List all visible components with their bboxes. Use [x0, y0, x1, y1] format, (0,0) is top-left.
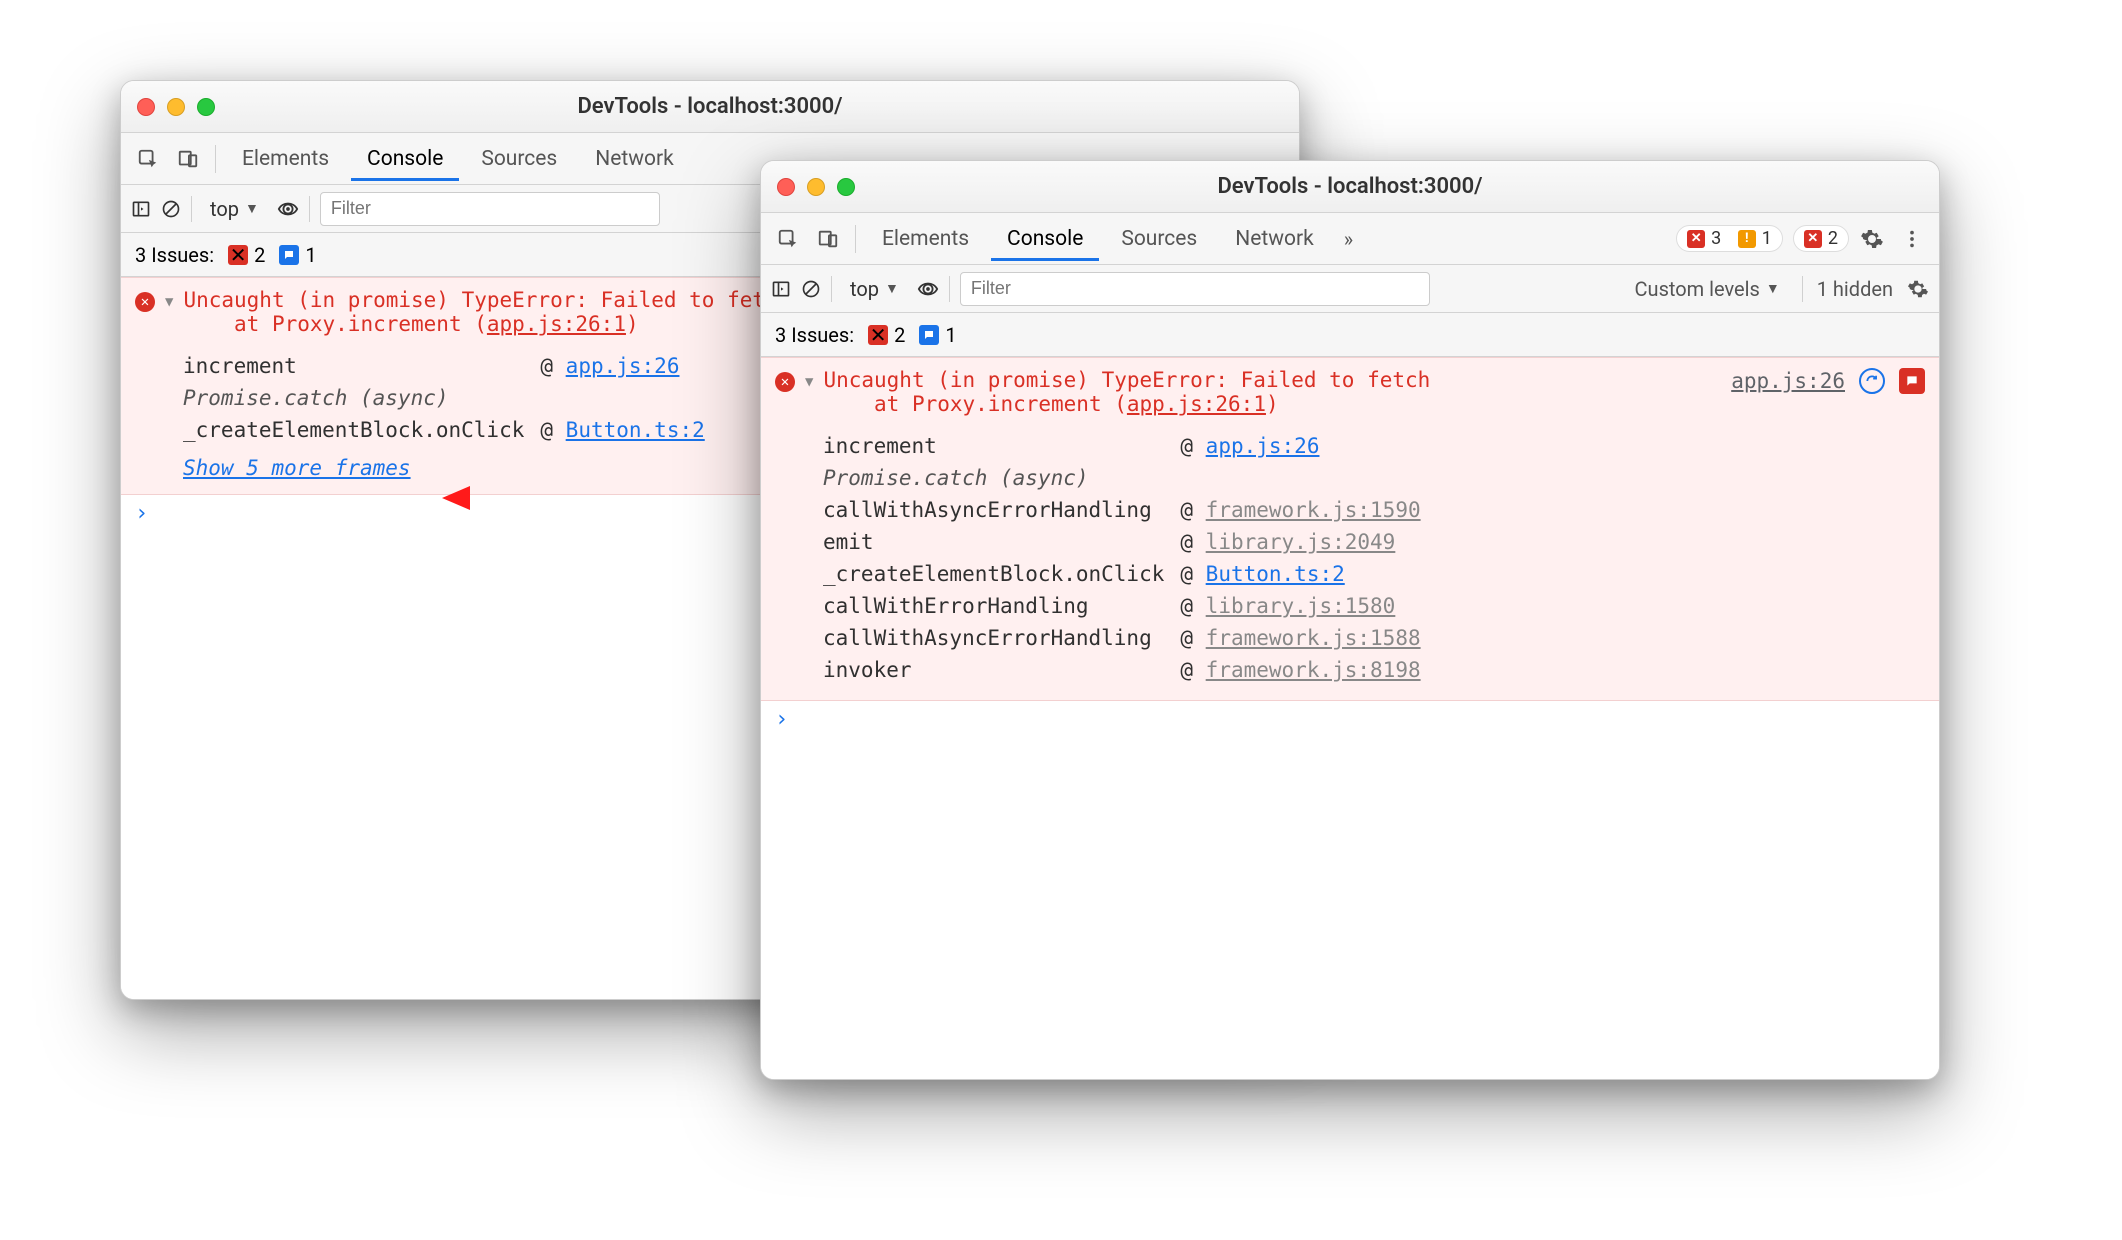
- reload-icon[interactable]: [1859, 368, 1885, 394]
- stack-fn: _createElementBlock.onClick: [823, 558, 1180, 590]
- context-selector[interactable]: top▼: [202, 193, 267, 225]
- stack-location: @ Button.ts:2: [540, 414, 704, 446]
- stack-frame[interactable]: _createElementBlock.onClick@ Button.ts:2: [823, 558, 1421, 590]
- stack-frame[interactable]: emit@ library.js:2049: [823, 526, 1421, 558]
- device-toggle-icon[interactable]: [171, 142, 205, 176]
- stack-location: @ app.js:26: [540, 350, 704, 382]
- stack-location: @ framework.js:1590: [1180, 494, 1420, 526]
- maximize-icon[interactable]: [837, 178, 855, 196]
- stack-fn: callWithErrorHandling: [823, 590, 1180, 622]
- close-icon[interactable]: [777, 178, 795, 196]
- stack-frame[interactable]: increment@ app.js:26: [183, 350, 705, 382]
- titlebar[interactable]: DevTools - localhost:3000/: [121, 81, 1299, 133]
- clear-console-icon[interactable]: [801, 279, 821, 299]
- filter-input[interactable]: [320, 192, 660, 226]
- panel-tabbar: Elements Console Sources Network » ✕3 !1…: [761, 213, 1939, 265]
- stack-location: @ library.js:2049: [1180, 526, 1420, 558]
- source-link[interactable]: Button.ts:2: [566, 418, 705, 442]
- more-tabs-icon[interactable]: »: [1336, 227, 1361, 251]
- stack-fn: _createElementBlock.onClick: [183, 414, 540, 446]
- source-link[interactable]: app.js:26: [566, 354, 680, 378]
- close-icon[interactable]: [137, 98, 155, 116]
- stack-frame[interactable]: callWithErrorHandling@ library.js:1580: [823, 590, 1421, 622]
- tab-network[interactable]: Network: [1219, 217, 1330, 261]
- issues-label: 3 Issues:: [135, 243, 214, 267]
- stack-frame[interactable]: increment@ app.js:26: [823, 430, 1421, 462]
- sidebar-toggle-icon[interactable]: [771, 279, 791, 299]
- sidebar-toggle-icon[interactable]: [131, 199, 151, 219]
- stack-async-divider: Promise.catch (async): [183, 382, 705, 414]
- live-expression-icon[interactable]: [277, 198, 299, 220]
- stack-fn: callWithAsyncErrorHandling: [823, 494, 1180, 526]
- stack-frame[interactable]: Promise.catch (async): [823, 462, 1421, 494]
- source-link[interactable]: library.js:1580: [1206, 594, 1396, 618]
- stack-location: @ framework.js:8198: [1180, 654, 1420, 686]
- stack-fn: increment: [823, 430, 1180, 462]
- stack-location: @ Button.ts:2: [1180, 558, 1420, 590]
- stack-location: @ library.js:1580: [1180, 590, 1420, 622]
- filter-input[interactable]: [960, 272, 1430, 306]
- issues-bar[interactable]: 3 Issues: ✕2 1: [761, 313, 1939, 357]
- tab-sources[interactable]: Sources: [465, 137, 573, 181]
- issues-label: 3 Issues:: [775, 323, 854, 347]
- stack-location: @ framework.js:1588: [1180, 622, 1420, 654]
- minimize-icon[interactable]: [807, 178, 825, 196]
- tab-elements[interactable]: Elements: [866, 217, 985, 261]
- context-selector[interactable]: top▼: [842, 273, 907, 305]
- console-prompt[interactable]: ›: [761, 701, 1939, 738]
- clear-console-icon[interactable]: [161, 199, 181, 219]
- stack-fn: emit: [823, 526, 1180, 558]
- stack-fn: increment: [183, 350, 540, 382]
- source-link[interactable]: app.js:26: [1206, 434, 1320, 458]
- error-origin-link[interactable]: app.js:26: [1731, 369, 1845, 393]
- stack-trace: increment@ app.js:26Promise.catch (async…: [823, 430, 1925, 686]
- settings-icon[interactable]: [1907, 278, 1929, 300]
- settings-icon[interactable]: [1855, 222, 1889, 256]
- live-expression-icon[interactable]: [917, 278, 939, 300]
- tab-network[interactable]: Network: [579, 137, 690, 181]
- status-badges[interactable]: ✕3 !1 ✕2: [1676, 225, 1849, 252]
- source-link[interactable]: framework.js:8198: [1206, 658, 1421, 682]
- console-filterbar: top▼ Custom levels▼ 1 hidden: [761, 265, 1939, 313]
- source-link[interactable]: library.js:2049: [1206, 530, 1396, 554]
- disclosure-icon[interactable]: ▼: [805, 374, 813, 390]
- inspect-icon[interactable]: [131, 142, 165, 176]
- stack-location: @ app.js:26: [1180, 430, 1420, 462]
- source-link[interactable]: framework.js:1588: [1206, 626, 1421, 650]
- console-output: ✕ ▼ Uncaught (in promise) TypeError: Fai…: [761, 357, 1939, 1079]
- titlebar[interactable]: DevTools - localhost:3000/: [761, 161, 1939, 213]
- stack-async-divider: Promise.catch (async): [823, 462, 1421, 494]
- source-link[interactable]: Button.ts:2: [1206, 562, 1345, 586]
- hidden-count[interactable]: 1 hidden: [1817, 277, 1893, 301]
- stack-frame[interactable]: Promise.catch (async): [183, 382, 705, 414]
- window-title: DevTools - localhost:3000/: [121, 94, 1299, 119]
- device-toggle-icon[interactable]: [811, 222, 845, 256]
- stack-frame[interactable]: invoker@ framework.js:8198: [823, 654, 1421, 686]
- stack-frame[interactable]: callWithAsyncErrorHandling@ framework.js…: [823, 622, 1421, 654]
- log-levels-selector[interactable]: Custom levels▼: [1627, 273, 1788, 305]
- minimize-icon[interactable]: [167, 98, 185, 116]
- window-title: DevTools - localhost:3000/: [761, 174, 1939, 199]
- tab-console[interactable]: Console: [991, 217, 1099, 261]
- feedback-icon[interactable]: [1899, 368, 1925, 394]
- error-message: Uncaught (in promise) TypeError: Failed …: [823, 368, 1430, 416]
- tab-elements[interactable]: Elements: [226, 137, 345, 181]
- tab-sources[interactable]: Sources: [1105, 217, 1213, 261]
- kebab-menu-icon[interactable]: [1895, 222, 1929, 256]
- stack-fn: callWithAsyncErrorHandling: [823, 622, 1180, 654]
- tab-console[interactable]: Console: [351, 137, 459, 181]
- maximize-icon[interactable]: [197, 98, 215, 116]
- inspect-icon[interactable]: [771, 222, 805, 256]
- stack-fn: invoker: [823, 654, 1180, 686]
- error-icon: ✕: [775, 372, 795, 392]
- disclosure-icon[interactable]: ▼: [165, 294, 173, 310]
- stack-frame[interactable]: _createElementBlock.onClick@ Button.ts:2: [183, 414, 705, 446]
- error-entry[interactable]: ✕ ▼ Uncaught (in promise) TypeError: Fai…: [761, 357, 1939, 701]
- stack-frame[interactable]: callWithAsyncErrorHandling@ framework.js…: [823, 494, 1421, 526]
- error-message: Uncaught (in promise) TypeError: Failed …: [183, 288, 790, 336]
- source-link[interactable]: framework.js:1590: [1206, 498, 1421, 522]
- devtools-window-expanded: DevTools - localhost:3000/ Elements Cons…: [760, 160, 1940, 1080]
- error-icon: ✕: [135, 292, 155, 312]
